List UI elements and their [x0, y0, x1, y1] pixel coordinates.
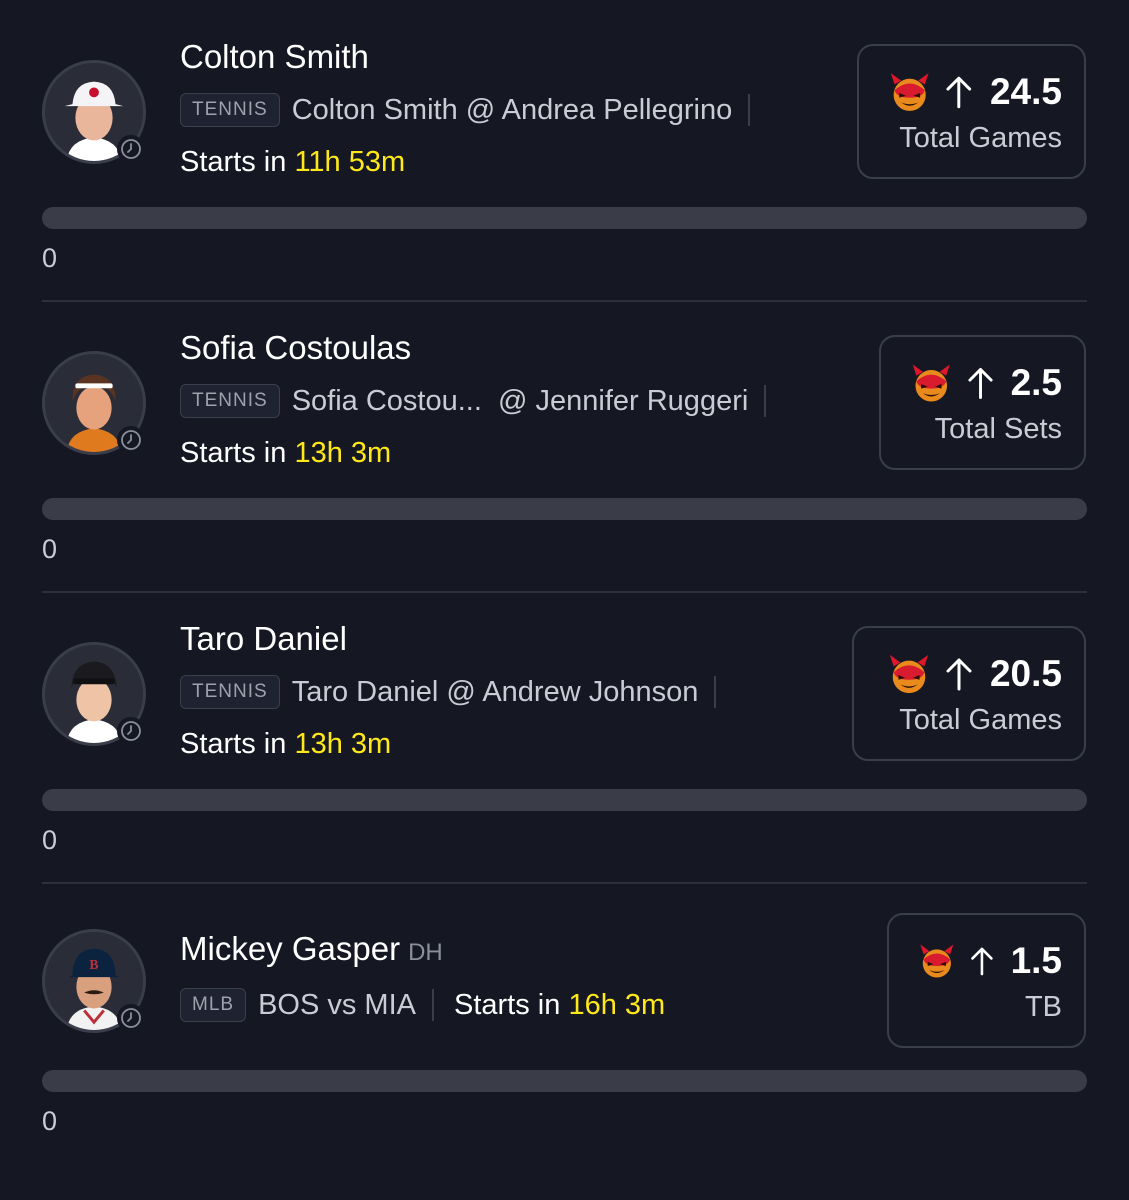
starts-prefix: Starts in — [454, 988, 561, 1021]
line-value: 1.5 — [1010, 940, 1062, 981]
starts-countdown: 13h 3m — [294, 728, 392, 760]
up-arrow-icon — [967, 368, 993, 399]
pick-list: Colton Smith TENNIS Colton Smith @ Andre… — [0, 0, 1129, 1200]
starts-prefix: Starts in — [180, 437, 287, 469]
progress-bar — [42, 498, 1087, 520]
up-arrow-icon — [946, 76, 972, 109]
line-value: 20.5 — [989, 653, 1062, 694]
player-name-text: Mickey Gasper — [180, 930, 401, 967]
matchup-text: Sofia Costou... @ Jennifer Ruggeri — [291, 384, 749, 417]
starts-countdown: 11h 53m — [294, 146, 406, 178]
starts-countdown: 13h 3m — [294, 437, 392, 469]
starts-prefix: Starts in — [180, 146, 287, 178]
stat-label: Total Games — [899, 704, 1062, 736]
player-avatar[interactable]: B — [42, 929, 146, 1033]
player-name[interactable]: Colton Smith — [180, 38, 377, 76]
player-name-text: Sofia Costoulas — [180, 329, 412, 366]
sport-badge: TENNIS — [180, 384, 280, 418]
matchup-text: Taro Daniel @ Andrew Johnson — [291, 675, 699, 708]
game-info-row: MLB BOS vs MIA Starts in 16h 3m — [180, 988, 665, 1022]
pick-card[interactable]: B Mickey Gasper DH MLB BOS vs MIA Starts … — [0, 873, 1129, 1164]
stat-label: Total Sets — [934, 413, 1062, 445]
starts-countdown: 16h 3m — [568, 988, 666, 1021]
progress-value: 0 — [42, 1106, 58, 1136]
demon-icon — [890, 73, 929, 111]
line-top: 24.5 — [887, 66, 1062, 118]
start-time: Starts in 11h 53m — [180, 146, 405, 179]
divider — [432, 989, 434, 1021]
line-top: 1.5 — [917, 935, 1062, 987]
projection-line-button[interactable]: 24.5 Total Games — [857, 44, 1086, 179]
stat-label: Total Games — [899, 122, 1062, 154]
progress-value: 0 — [42, 534, 58, 564]
divider — [764, 385, 767, 417]
player-name[interactable]: Taro Daniel — [180, 620, 355, 658]
demon-icon — [889, 654, 929, 694]
matchup-text: Colton Smith @ Andrea Pellegrino — [291, 93, 733, 126]
divider — [714, 676, 717, 708]
pick-card[interactable]: Sofia Costoulas TENNIS Sofia Costou... @… — [0, 291, 1129, 593]
projection-line-button[interactable]: 20.5 Total Games — [852, 626, 1086, 761]
matchup-text: BOS vs MIA — [258, 988, 416, 1021]
game-info-row: TENNIS Taro Daniel @ Andrew Johnson — [180, 675, 717, 709]
up-arrow-icon — [970, 947, 993, 976]
player-avatar[interactable] — [42, 351, 146, 455]
start-time: Starts in 13h 3m — [180, 728, 391, 761]
clock-icon — [117, 135, 145, 163]
clock-icon — [117, 1004, 145, 1032]
pick-card[interactable]: Colton Smith TENNIS Colton Smith @ Andre… — [0, 0, 1129, 302]
pick-card[interactable]: Taro Daniel TENNIS Taro Daniel @ Andrew … — [0, 582, 1129, 884]
projection-line-button[interactable]: 2.5 Total Sets — [879, 335, 1086, 470]
progress-value: 0 — [42, 243, 58, 273]
svg-text:B: B — [89, 957, 98, 972]
line-top: 2.5 — [909, 357, 1062, 409]
game-info-row: TENNIS Colton Smith @ Andrea Pellegrino — [180, 93, 751, 127]
player-avatar[interactable] — [42, 642, 146, 746]
line-value: 24.5 — [989, 71, 1062, 112]
stat-label: TB — [1024, 991, 1062, 1023]
progress-bar — [42, 207, 1087, 229]
demon-icon — [920, 944, 954, 978]
progress-value: 0 — [42, 825, 58, 855]
progress-bar — [42, 789, 1087, 811]
projection-line-button[interactable]: 1.5 TB — [887, 913, 1086, 1048]
line-value: 2.5 — [1010, 362, 1062, 403]
player-name-text: Taro Daniel — [180, 620, 347, 657]
clock-icon — [117, 426, 145, 454]
clock-icon — [117, 717, 145, 745]
up-arrow-icon — [946, 658, 972, 691]
sport-badge: TENNIS — [180, 93, 280, 127]
player-name[interactable]: Sofia Costoulas — [180, 329, 419, 367]
sport-badge: TENNIS — [180, 675, 280, 709]
starts-prefix: Starts in — [180, 728, 287, 760]
start-time: Starts in 16h 3m — [454, 989, 665, 1022]
start-time: Starts in 13h 3m — [180, 437, 391, 470]
player-avatar[interactable] — [42, 60, 146, 164]
line-top: 20.5 — [882, 648, 1062, 700]
demon-icon — [912, 364, 950, 402]
player-name-text: Colton Smith — [180, 38, 369, 75]
position-tag: DH — [408, 939, 443, 966]
player-name[interactable]: Mickey Gasper DH — [180, 930, 443, 968]
divider — [748, 94, 751, 126]
game-info-row: TENNIS Sofia Costou... @ Jennifer Rugger… — [180, 384, 767, 418]
sport-badge: MLB — [180, 988, 247, 1022]
progress-bar — [42, 1070, 1087, 1092]
